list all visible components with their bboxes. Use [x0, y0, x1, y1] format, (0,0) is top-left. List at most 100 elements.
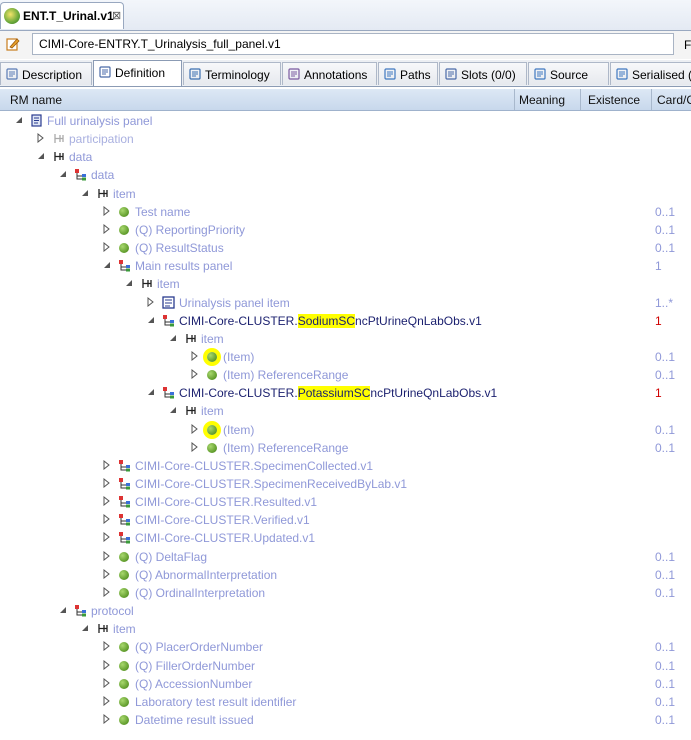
column-divider[interactable] — [514, 89, 515, 110]
tree-node-label: CIMI-Core-CLUSTER.SodiumSCncPtUrineQnLab… — [179, 313, 482, 328]
tree-row[interactable]: CIMI-Core-CLUSTER.Verified.v1 — [0, 511, 691, 529]
expand-toggle-icon[interactable] — [190, 369, 200, 380]
tree-row[interactable]: (Item) 0..1 — [0, 421, 691, 439]
tree-row[interactable]: (Item) ReferenceRange 0..1 — [0, 439, 691, 457]
tree-row[interactable]: CIMI-Core-CLUSTER.Updated.v1 — [0, 529, 691, 547]
tab-slots-0-0[interactable]: Slots (0/0) — [439, 62, 527, 85]
tab-serialised-fl[interactable]: Serialised (fl — [610, 62, 691, 85]
tree-row[interactable]: Full urinalysis panel — [0, 112, 691, 130]
collapse-toggle-icon[interactable] — [58, 605, 68, 615]
expand-toggle-icon[interactable] — [102, 695, 112, 706]
column-cardinality[interactable]: Card/C — [657, 93, 691, 107]
editor-tab[interactable]: ENT.T_Urinal.v1 ⊠ — [0, 2, 124, 29]
expand-toggle-icon[interactable] — [102, 713, 112, 724]
tree-row[interactable]: (Q) AbnormalInterpretation 0..1 — [0, 566, 691, 584]
tree-row[interactable]: (Item) 0..1 — [0, 348, 691, 366]
collapse-toggle-icon[interactable] — [102, 260, 112, 270]
expand-toggle-icon[interactable] — [102, 532, 112, 543]
tab-definition[interactable]: Definition — [93, 60, 182, 86]
tree-node-label: Full urinalysis panel — [47, 114, 153, 128]
tab-label: Slots (0/0) — [461, 68, 516, 82]
tab-terminology[interactable]: Terminology — [183, 62, 281, 85]
element-icon — [207, 370, 217, 381]
column-rm-name[interactable]: RM name — [10, 93, 62, 107]
tree-row[interactable]: item — [0, 185, 691, 203]
tree-row[interactable]: Test name 0..1 — [0, 203, 691, 221]
tree-row[interactable]: (Q) AccessionNumber 0..1 — [0, 675, 691, 693]
archetype-id-field[interactable]: CIMI-Core-ENTRY.T_Urinalysis_full_panel.… — [32, 33, 674, 55]
collapse-toggle-icon[interactable] — [36, 151, 46, 161]
collapse-toggle-icon[interactable] — [146, 387, 156, 397]
tree-row[interactable]: (Item) ReferenceRange 0..1 — [0, 366, 691, 384]
tree-row[interactable]: CIMI-Core-CLUSTER.SpecimenCollected.v1 — [0, 457, 691, 475]
expand-toggle-icon[interactable] — [102, 677, 112, 688]
expand-toggle-icon[interactable] — [102, 659, 112, 670]
tree-node-label: Test name — [135, 204, 191, 219]
tree-row[interactable]: (Q) PlacerOrderNumber 0..1 — [0, 638, 691, 656]
edit-pencil-icon[interactable] — [6, 37, 20, 51]
collapse-toggle-icon[interactable] — [168, 405, 178, 415]
collapse-toggle-icon[interactable] — [124, 278, 134, 288]
expand-toggle-icon[interactable] — [102, 496, 112, 507]
expand-toggle-icon[interactable] — [102, 641, 112, 652]
expand-toggle-icon[interactable] — [102, 459, 112, 470]
tree-row[interactable]: item — [0, 620, 691, 638]
expand-toggle-icon[interactable] — [36, 133, 46, 144]
expand-toggle-icon[interactable] — [190, 350, 200, 361]
tab-paths[interactable]: Paths — [378, 62, 438, 85]
collapse-toggle-icon[interactable] — [14, 115, 24, 125]
column-meaning[interactable]: Meaning — [519, 93, 565, 107]
tree-row[interactable]: CIMI-Core-CLUSTER.SodiumSCncPtUrineQnLab… — [0, 312, 691, 330]
column-divider[interactable] — [580, 89, 581, 110]
tree-node-label: item — [113, 622, 136, 637]
tab-label: Paths — [400, 68, 431, 82]
tree-row[interactable]: CIMI-Core-CLUSTER.Resulted.v1 — [0, 493, 691, 511]
collapse-toggle-icon[interactable] — [168, 333, 178, 343]
tab-annotations[interactable]: Annotations — [282, 62, 377, 85]
tree-row[interactable]: (Q) OrdinalInterpretation 0..1 — [0, 584, 691, 602]
expand-toggle-icon[interactable] — [190, 423, 200, 434]
collapse-toggle-icon[interactable] — [58, 169, 68, 179]
expand-toggle-icon[interactable] — [102, 586, 112, 597]
tree-row[interactable]: Urinalysis panel item 1..* — [0, 294, 691, 312]
expand-toggle-icon[interactable] — [102, 514, 112, 525]
tree-row[interactable]: data — [0, 148, 691, 166]
expand-toggle-icon[interactable] — [190, 441, 200, 452]
expand-toggle-icon[interactable] — [146, 296, 156, 307]
column-existence[interactable]: Existence — [588, 93, 640, 107]
tree-column-header: RM name Meaning Existence Card/C — [0, 89, 691, 111]
tree-row[interactable]: participation — [0, 130, 691, 148]
tree-row[interactable]: protocol — [0, 602, 691, 620]
tab-source[interactable]: Source — [528, 62, 609, 85]
collapse-toggle-icon[interactable] — [80, 188, 90, 198]
collapse-toggle-icon[interactable] — [80, 623, 90, 633]
expand-toggle-icon[interactable] — [102, 568, 112, 579]
tree-node-label: (Q) AccessionNumber — [135, 676, 253, 691]
tree-row[interactable]: (Q) DeltaFlag 0..1 — [0, 548, 691, 566]
tree-row[interactable]: (Q) FillerOrderNumber 0..1 — [0, 657, 691, 675]
tree-row[interactable]: Laboratory test result identifier 0..1 — [0, 693, 691, 711]
source-icon — [534, 68, 546, 80]
tree-row[interactable]: CIMI-Core-CLUSTER.SpecimenReceivedByLab.… — [0, 475, 691, 493]
tree-row[interactable]: item — [0, 275, 691, 293]
tree-node-label: Main results panel — [135, 259, 233, 274]
tree-row[interactable]: item — [0, 330, 691, 348]
expand-toggle-icon[interactable] — [102, 242, 112, 253]
tree-row[interactable]: data — [0, 166, 691, 184]
expand-toggle-icon[interactable] — [102, 223, 112, 234]
expand-toggle-icon[interactable] — [102, 550, 112, 561]
expand-toggle-icon[interactable] — [102, 205, 112, 216]
tree-row[interactable]: item — [0, 402, 691, 420]
tree-node-label: (Q) PlacerOrderNumber — [135, 640, 264, 655]
expand-toggle-icon[interactable] — [102, 478, 112, 488]
tree-row[interactable]: Datetime result issued 0..1 — [0, 711, 691, 729]
tree-node-label: protocol — [91, 604, 134, 619]
tree-row[interactable]: (Q) ResultStatus 0..1 — [0, 239, 691, 257]
close-icon[interactable]: ⊠ — [112, 9, 121, 22]
tree-row[interactable]: (Q) ReportingPriority 0..1 — [0, 221, 691, 239]
tab-description[interactable]: Description — [0, 62, 92, 85]
column-divider[interactable] — [651, 89, 652, 110]
tree-row[interactable]: CIMI-Core-CLUSTER.PotassiumSCncPtUrineQn… — [0, 384, 691, 402]
collapse-toggle-icon[interactable] — [146, 315, 156, 325]
tree-row[interactable]: Main results panel 1 — [0, 257, 691, 275]
